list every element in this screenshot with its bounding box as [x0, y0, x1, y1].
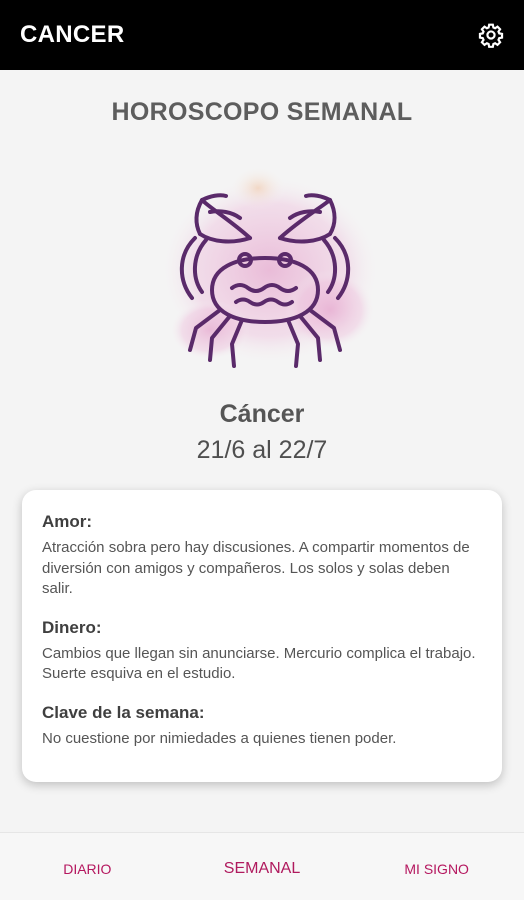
sign-illustration — [140, 160, 390, 380]
cancer-crab-icon — [160, 166, 380, 368]
nav-item-diario[interactable]: DIARIO — [0, 857, 175, 877]
section-heading: Dinero: — [42, 617, 102, 637]
section-text: Atracción sobra pero hay discusiones. A … — [42, 539, 470, 597]
horoscope-card: Amor: Atracción sobra pero hay discusion… — [22, 490, 502, 782]
section-heading: Amor: — [42, 512, 93, 531]
money-section: Dinero: Cambios que llegan sin anunciars… — [42, 618, 482, 685]
section-heading: Clave de la semana: — [42, 702, 205, 722]
app-bar: CANCER — [0, 0, 524, 70]
sign-dates: 21/6 al 22/7 — [196, 436, 328, 464]
gear-icon — [478, 23, 504, 48]
love-section: Amor: Atracción sobra pero hay discusion… — [42, 512, 482, 600]
main-content: HOROSCOPO SEMANAL Cáncer 21/6 al 22/7 Am… — [0, 70, 524, 830]
week-key-section: Clave de la semana: No cuestione por nim… — [42, 703, 482, 750]
section-text: No cuestione por nimiedades a quienes ti… — [42, 729, 397, 747]
app-title: CANCER — [20, 21, 125, 48]
page-title: HOROSCOPO SEMANAL — [111, 98, 413, 126]
nav-item-semanal[interactable]: SEMANAL — [175, 856, 350, 878]
section-text: Cambios que llegan sin anunciarse. Mercu… — [42, 644, 476, 683]
nav-item-mi-signo[interactable]: MI SIGNO — [349, 857, 524, 877]
sign-name: Cáncer — [219, 400, 305, 428]
settings-button[interactable] — [474, 18, 508, 52]
bottom-navigation: DIARIO SEMANAL MI SIGNO — [0, 832, 524, 900]
